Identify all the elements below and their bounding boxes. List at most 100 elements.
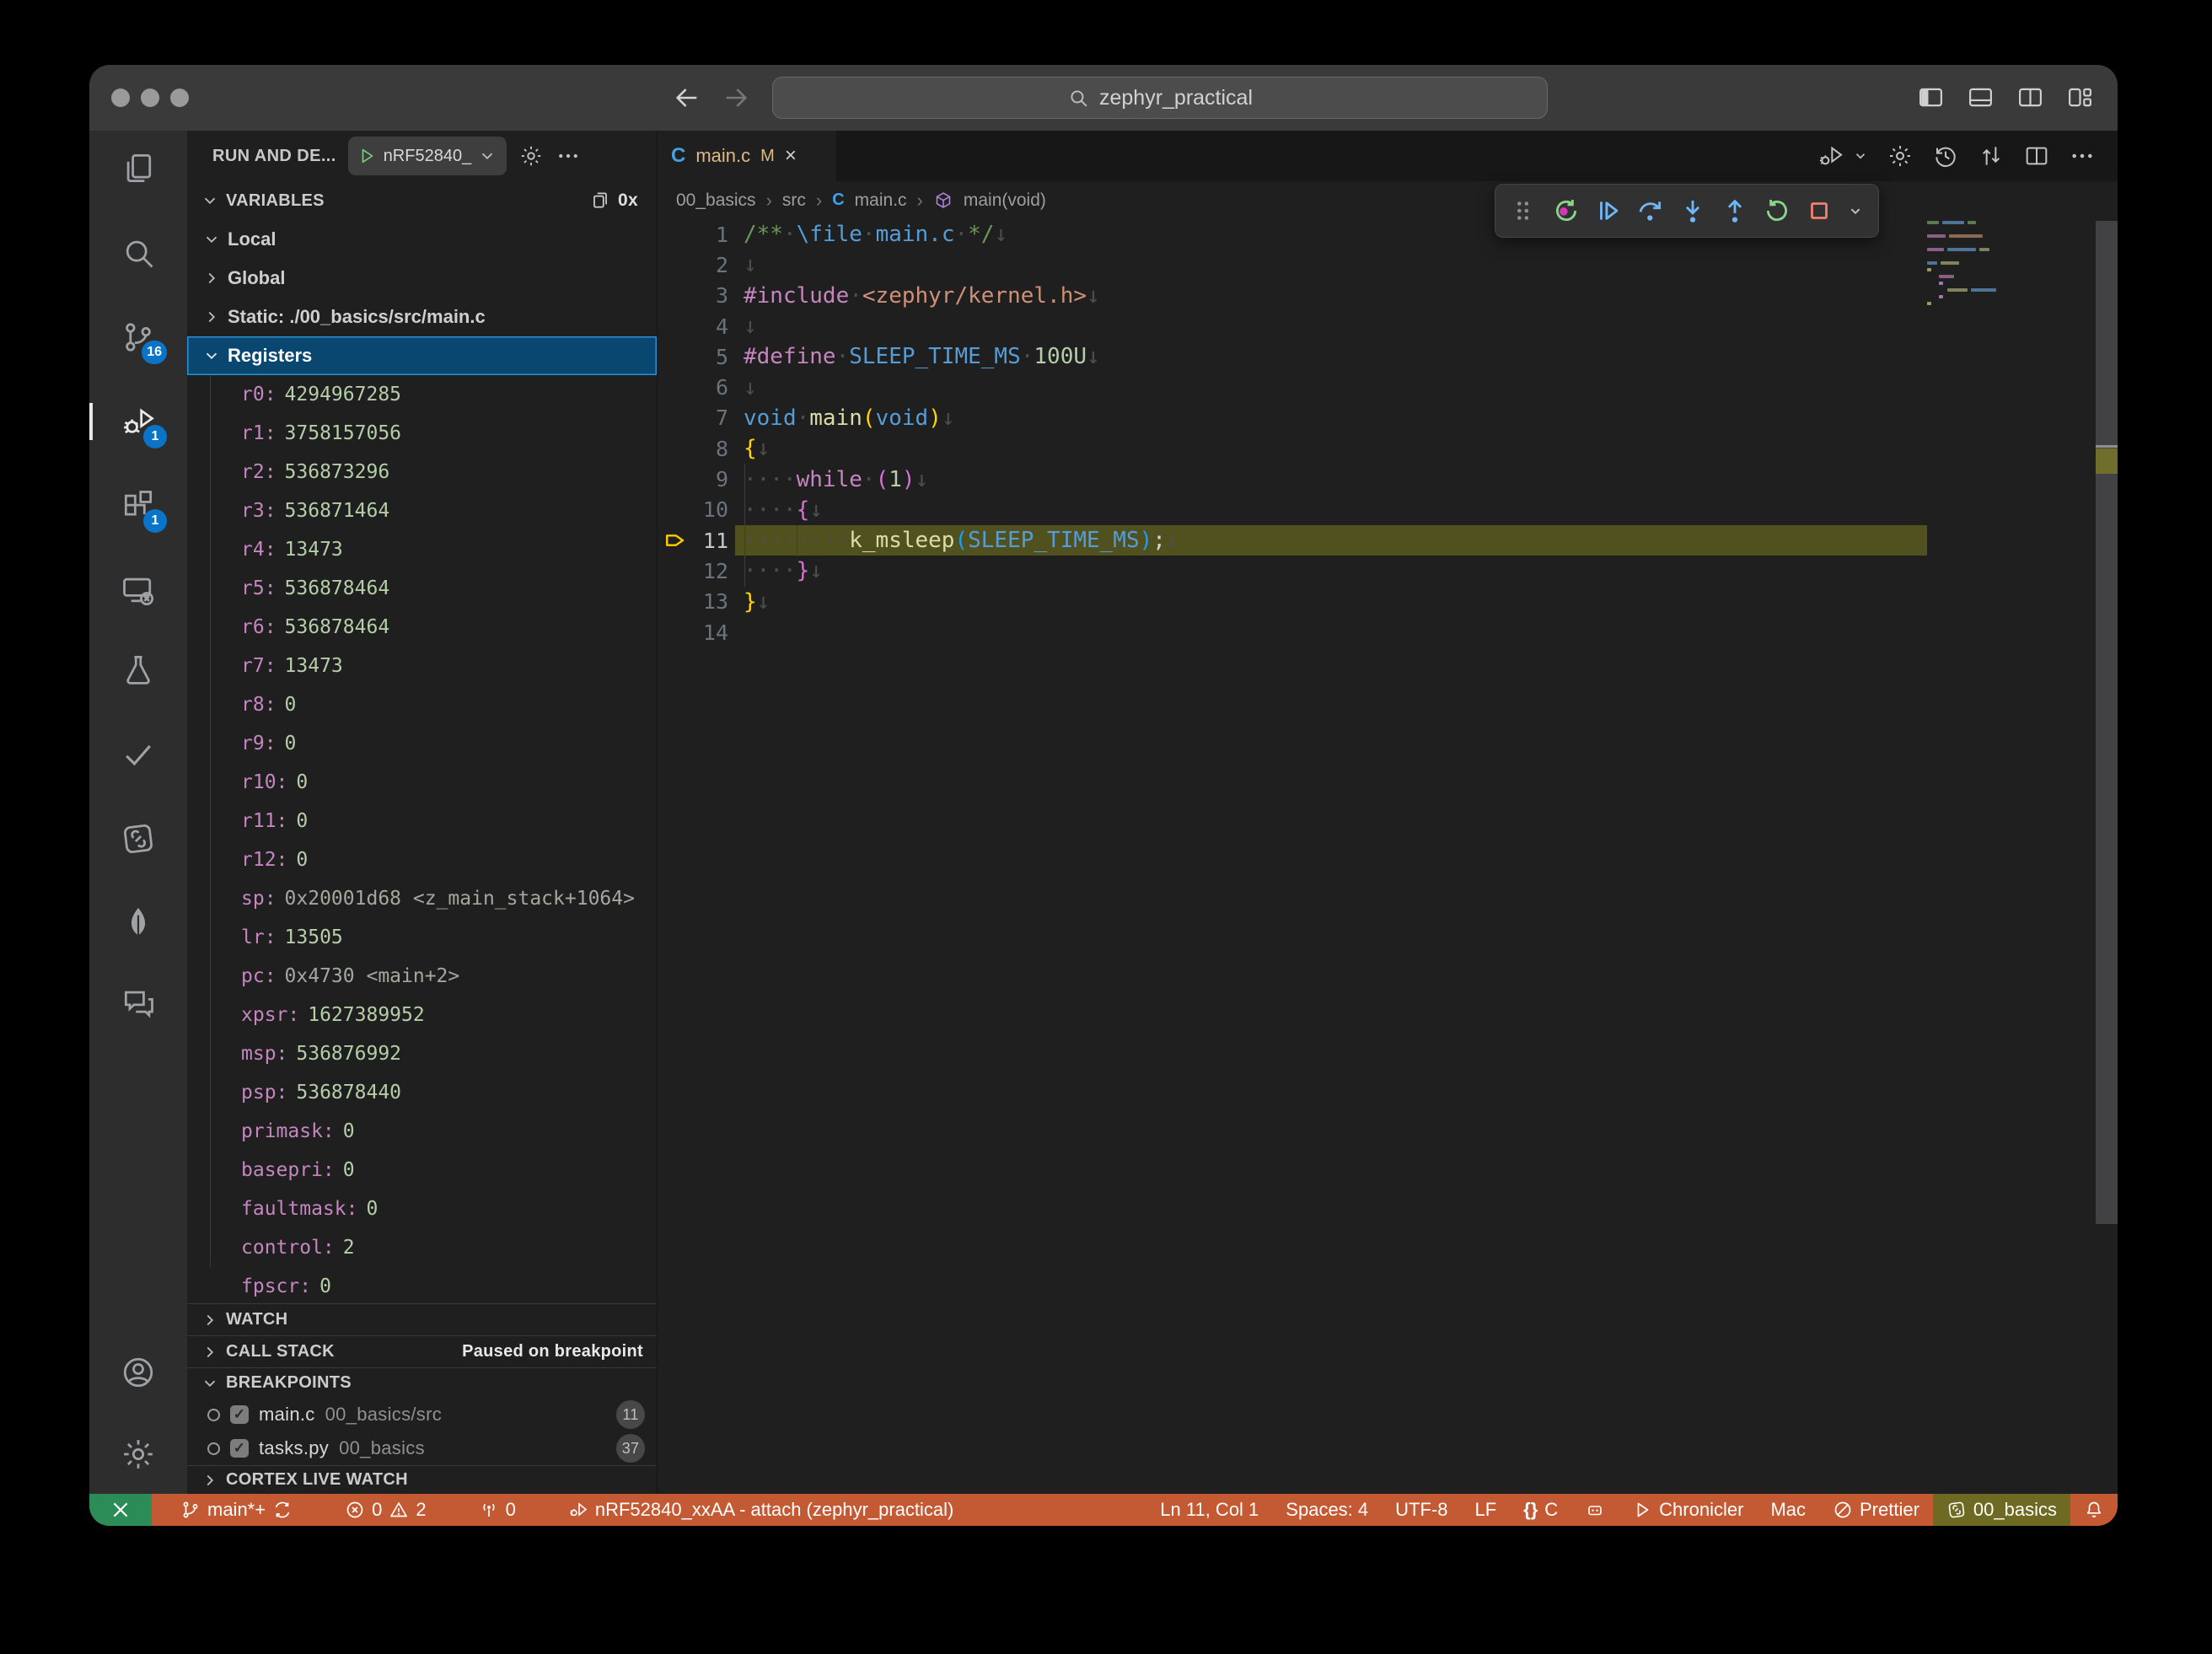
- copilot-status[interactable]: [1571, 1494, 1619, 1526]
- debug-target-status[interactable]: nRF52840_xxAA - attach (zephyr_practical…: [555, 1499, 968, 1521]
- gutter[interactable]: 3: [658, 283, 744, 308]
- breakpoint-checkbox[interactable]: ✓: [230, 1439, 249, 1458]
- breadcrumb-symbol[interactable]: main(void): [964, 191, 1046, 211]
- zoom-window-button[interactable]: [170, 89, 189, 107]
- reset-device-icon[interactable]: [1549, 194, 1583, 228]
- search-view-icon[interactable]: [120, 234, 157, 271]
- call-stack-section-header[interactable]: CALL STACK Paused on breakpoint: [187, 1335, 657, 1367]
- register-row[interactable]: fpscr:0: [187, 1267, 657, 1303]
- step-over-icon[interactable]: [1634, 194, 1667, 228]
- task-status[interactable]: 00_basics: [1933, 1494, 2070, 1526]
- more-actions-icon[interactable]: [2069, 142, 2096, 169]
- register-row[interactable]: r1:3758157056: [187, 414, 657, 453]
- code-line[interactable]: 13}↓: [658, 587, 2118, 617]
- gutter[interactable]: 11: [658, 529, 744, 553]
- cursor-position[interactable]: Ln 11, Col 1: [1146, 1494, 1272, 1526]
- remote-explorer-icon[interactable]: [120, 572, 157, 609]
- toggle-panel-icon[interactable]: [1967, 83, 1995, 111]
- minimize-window-button[interactable]: [141, 89, 159, 107]
- encoding-setting[interactable]: UTF-8: [1382, 1494, 1461, 1526]
- register-row[interactable]: r12:0: [187, 840, 657, 879]
- gutter[interactable]: 8: [658, 437, 744, 461]
- breadcrumb-file[interactable]: main.c: [855, 191, 907, 211]
- problems-status[interactable]: 0 2: [331, 1499, 440, 1521]
- scope-static[interactable]: Static: ./00_basics/src/main.c: [187, 298, 657, 336]
- register-row[interactable]: r5:536878464: [187, 569, 657, 608]
- code-line[interactable]: 6↓: [658, 372, 2118, 402]
- register-row[interactable]: r7:13473: [187, 647, 657, 685]
- copy-value-icon[interactable]: [589, 190, 611, 212]
- prettier-status[interactable]: Prettier: [1819, 1494, 1933, 1526]
- chronicler-status[interactable]: Chronicler: [1619, 1494, 1757, 1526]
- close-window-button[interactable]: [111, 89, 130, 107]
- toggle-primary-sidebar-icon[interactable]: [1917, 83, 1945, 111]
- register-row[interactable]: r4:13473: [187, 530, 657, 569]
- breakpoint-row[interactable]: ✓main.c00_basics/src11: [187, 1398, 657, 1431]
- check-icon[interactable]: [120, 736, 157, 773]
- account-icon[interactable]: [120, 1354, 157, 1391]
- register-row[interactable]: r11:0: [187, 802, 657, 840]
- cortex-live-watch-header[interactable]: CORTEX LIVE WATCH: [187, 1465, 657, 1494]
- run-debug-icon[interactable]: 1: [120, 403, 157, 440]
- register-row[interactable]: r2:536873296: [187, 453, 657, 491]
- customize-layout-icon[interactable]: [2066, 83, 2094, 111]
- register-row[interactable]: r8:0: [187, 685, 657, 724]
- extensions-icon[interactable]: 1: [120, 487, 157, 524]
- gutter[interactable]: 12: [658, 559, 744, 583]
- code-line[interactable]: 12····}↓: [658, 556, 2118, 586]
- minimap[interactable]: [1927, 221, 2096, 499]
- timeline-history-icon[interactable]: [1932, 142, 1959, 169]
- register-row[interactable]: psp:536878440: [187, 1073, 657, 1112]
- gutter[interactable]: 6: [658, 375, 744, 400]
- source-control-icon[interactable]: 16: [120, 319, 157, 356]
- debug-settings-gear-icon[interactable]: [518, 143, 544, 169]
- compare-changes-icon[interactable]: [1978, 142, 2005, 169]
- testing-flask-icon[interactable]: [120, 652, 157, 689]
- gutter[interactable]: 4: [658, 314, 744, 339]
- register-row[interactable]: r3:536871464: [187, 491, 657, 530]
- register-row[interactable]: xpsr:1627389952: [187, 996, 657, 1034]
- settings-gear-icon[interactable]: [120, 1436, 157, 1473]
- breakpoint-row[interactable]: ✓tasks.py00_basics37: [187, 1431, 657, 1465]
- register-row[interactable]: faultmask:0: [187, 1189, 657, 1228]
- code-line[interactable]: 9····while·(1)↓: [658, 464, 2118, 494]
- code-line[interactable]: 4↓: [658, 311, 2118, 341]
- gutter[interactable]: 10: [658, 497, 744, 522]
- split-editor-icon[interactable]: [2023, 142, 2050, 169]
- back-arrow-icon[interactable]: [673, 83, 701, 112]
- stop-icon[interactable]: [1802, 194, 1836, 228]
- breadcrumb-folder[interactable]: 00_basics: [676, 191, 756, 211]
- launch-config-dropdown[interactable]: nRF52840_: [348, 137, 507, 175]
- scope-local[interactable]: Local: [187, 220, 657, 259]
- register-row[interactable]: lr:13505: [187, 918, 657, 957]
- register-row[interactable]: msp:536876992: [187, 1034, 657, 1073]
- hex-format-toggle[interactable]: 0x: [618, 191, 638, 211]
- editor-settings-gear-icon[interactable]: [1887, 142, 1914, 169]
- code-line[interactable]: 14: [658, 617, 2118, 647]
- gutter[interactable]: 14: [658, 620, 744, 645]
- register-row[interactable]: basepri:0: [187, 1151, 657, 1189]
- restart-icon[interactable]: [1760, 194, 1794, 228]
- scrollbar[interactable]: [2096, 221, 2118, 1224]
- register-row[interactable]: primask:0: [187, 1112, 657, 1151]
- variables-section-header[interactable]: VARIABLES 0x: [187, 181, 657, 220]
- code-line[interactable]: 3#include·<zephyr/kernel.h>↓: [658, 281, 2118, 311]
- chevron-down-icon[interactable]: [1853, 148, 1868, 164]
- tasks-link-icon[interactable]: [120, 820, 157, 857]
- scope-global[interactable]: Global: [187, 259, 657, 298]
- language-mode[interactable]: {} C: [1510, 1494, 1571, 1526]
- gutter[interactable]: 7: [658, 405, 744, 430]
- continue-icon[interactable]: [1592, 194, 1625, 228]
- toolbar-chevron-icon[interactable]: [1844, 194, 1866, 228]
- code-editor[interactable]: 1/**·\file·main.c·*/↓2↓3#include·<zephyr…: [658, 219, 2118, 1494]
- forward-arrow-icon[interactable]: [722, 83, 750, 112]
- code-line[interactable]: 2↓: [658, 250, 2118, 280]
- code-line[interactable]: 11········k_msleep(SLEEP_TIME_MS);↓: [658, 525, 2118, 556]
- register-row[interactable]: sp:0x20001d68 <z_main_stack+1064>: [187, 879, 657, 918]
- code-line[interactable]: 1/**·\file·main.c·*/↓: [658, 219, 2118, 250]
- eol-setting[interactable]: LF: [1461, 1494, 1510, 1526]
- breadcrumb-folder[interactable]: src: [782, 191, 806, 211]
- gutter[interactable]: 1: [658, 223, 744, 247]
- register-row[interactable]: pc:0x4730 <main+2>: [187, 957, 657, 996]
- register-row[interactable]: r0:4294967285: [187, 375, 657, 414]
